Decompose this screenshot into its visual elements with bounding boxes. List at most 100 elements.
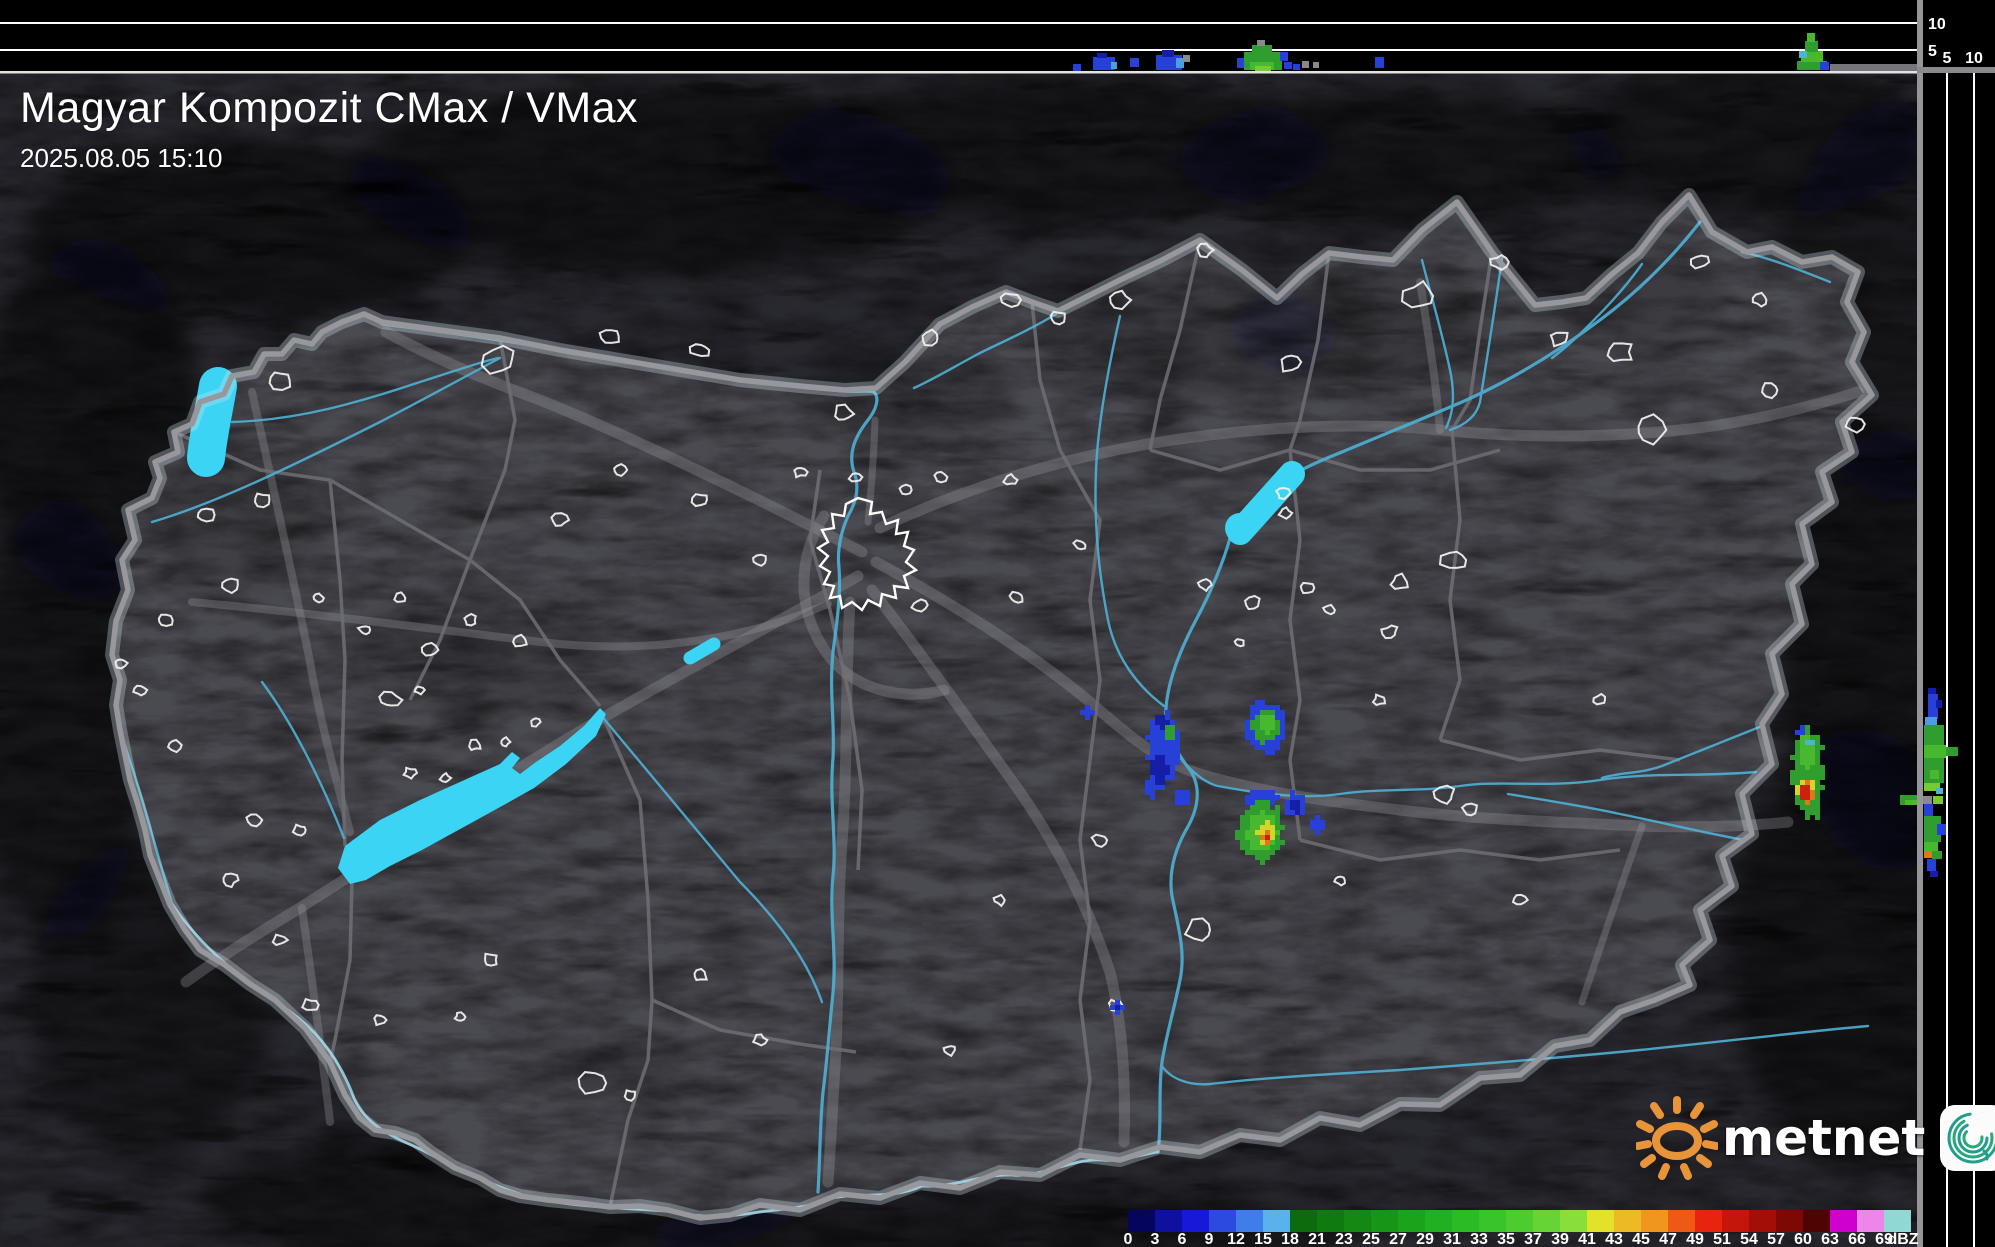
scale-block-47 xyxy=(1668,1210,1695,1232)
radar-echo-pixel xyxy=(1800,740,1805,745)
radar-echo-pixel xyxy=(1155,750,1160,755)
radar-echo-pixel xyxy=(1285,805,1290,810)
radar-echo-pixel xyxy=(1815,740,1820,745)
radar-echo-pixel xyxy=(1805,815,1810,820)
radar-echo-pixel xyxy=(1295,805,1300,810)
radar-echo-pixel xyxy=(1260,735,1265,740)
radar-echo-pixel xyxy=(1265,715,1270,720)
scale-label: 41 xyxy=(1578,1231,1596,1247)
radar-echo-pixel xyxy=(1170,720,1175,725)
radar-echo-pixel xyxy=(1375,57,1384,68)
radar-echo-pixel xyxy=(1800,775,1805,780)
radar-echo-pixel xyxy=(1270,740,1275,745)
radar-echo-pixel xyxy=(1155,740,1160,745)
radar-echo-pixel xyxy=(1155,755,1160,760)
radar-echo-pixel xyxy=(1265,735,1270,740)
radar-echo-pixel xyxy=(1165,755,1170,760)
radar-echo-pixel xyxy=(1160,730,1165,735)
scale-label: 3 xyxy=(1151,1231,1160,1247)
horizontal-divider xyxy=(1917,67,1995,73)
radar-echo-pixel xyxy=(1265,840,1270,845)
radar-echo-pixel xyxy=(1155,715,1160,720)
radar-echo-pixel xyxy=(1170,770,1175,775)
radar-echo-pixel xyxy=(1240,820,1245,825)
radar-echo-pixel xyxy=(1290,800,1295,805)
radar-echo-pixel xyxy=(1130,58,1139,67)
radar-echo-pixel xyxy=(1270,735,1275,740)
scale-block-39 xyxy=(1560,1210,1587,1232)
radar-echo-pixel xyxy=(1910,800,1915,805)
radar-echo-pixel xyxy=(1260,790,1265,795)
radar-echo-pixel xyxy=(1270,720,1275,725)
radar-echo-pixel xyxy=(1165,760,1170,765)
scale-label: 51 xyxy=(1713,1231,1731,1247)
radar-echo-pixel xyxy=(1820,775,1825,780)
top-profile-strip xyxy=(0,0,1918,74)
radar-echo-pixel xyxy=(1245,795,1250,800)
scale-block-9 xyxy=(1209,1210,1236,1232)
radar-echo-pixel xyxy=(1145,780,1150,785)
radar-echo-pixel xyxy=(1165,725,1170,730)
radar-echo-pixel xyxy=(1810,755,1815,760)
radar-echo-pixel xyxy=(1165,730,1170,735)
radar-echo-pixel xyxy=(1250,795,1255,800)
radar-echo-pixel xyxy=(1245,725,1250,730)
radar-echo-pixel xyxy=(1810,770,1815,775)
radar-echo-pixel xyxy=(1265,730,1270,735)
radar-echo-pixel xyxy=(1795,795,1800,800)
vertical-divider xyxy=(1917,0,1923,1247)
radar-echo-pixel xyxy=(1275,830,1280,835)
radar-echo-pixel xyxy=(1280,840,1285,845)
radar-echo-pixel xyxy=(1810,760,1815,765)
radar-echo-pixel xyxy=(1260,850,1265,855)
radar-echo-pixel xyxy=(1160,775,1165,780)
radar-echo-pixel xyxy=(1315,825,1320,830)
radar-echo-pixel xyxy=(1820,745,1825,750)
radar-echo-pixel xyxy=(1820,62,1829,70)
scale-block-31 xyxy=(1452,1210,1479,1232)
radar-echo-pixel xyxy=(1932,851,1942,859)
radar-echo-pixel xyxy=(1270,725,1275,730)
radar-echo-pixel xyxy=(1185,795,1190,800)
radar-echo-pixel xyxy=(1270,715,1275,720)
top-gridline-5km xyxy=(0,49,1918,51)
radar-echo-pixel xyxy=(1805,725,1810,730)
radar-echo-pixel xyxy=(1900,800,1905,805)
radar-echo-pixel xyxy=(1250,800,1255,805)
right-axis-label-10: 10 xyxy=(1965,50,1983,67)
radar-echo-pixel xyxy=(1805,800,1810,805)
radar-echo-pixel xyxy=(1300,810,1305,815)
radar-echo-pixel xyxy=(1900,795,1905,800)
radar-echo-pixel xyxy=(1270,835,1275,840)
radar-echo-pixel xyxy=(1795,730,1800,735)
scale-label: 12 xyxy=(1227,1231,1245,1247)
radar-echo-pixel xyxy=(1250,710,1255,715)
radar-echo-pixel xyxy=(1260,720,1265,725)
scale-label: 47 xyxy=(1659,1231,1677,1247)
radar-echo-pixel xyxy=(1170,775,1175,780)
radar-echo-pixel xyxy=(1270,820,1275,825)
radar-echo-pixel xyxy=(1170,750,1175,755)
scale-block-15 xyxy=(1263,1210,1290,1232)
radar-echo-pixel xyxy=(1270,825,1275,830)
radar-echo-pixel xyxy=(1255,715,1260,720)
radar-echo-pixel xyxy=(1170,740,1175,745)
radar-echo-pixel xyxy=(1270,815,1275,820)
radar-echo-pixel xyxy=(1815,810,1820,815)
radar-echo-pixel xyxy=(1255,800,1260,805)
radar-echo-pixel xyxy=(1250,850,1255,855)
radar-echo-pixel xyxy=(1175,750,1180,755)
radar-echo-pixel xyxy=(1285,810,1290,815)
lake-tisza-bay xyxy=(1225,513,1255,543)
radar-echo-pixel xyxy=(1265,720,1270,725)
radar-echo-pixel xyxy=(1165,770,1170,775)
radar-echo-pixel xyxy=(1280,735,1285,740)
radar-echo-pixel xyxy=(1260,745,1265,750)
radar-scene: 10 5 5 10 0 3 6 9 12 15 18 21 23 25 27 29 31 33 35 37 39… xyxy=(0,0,1995,1247)
radar-echo-pixel xyxy=(1250,715,1255,720)
scale-block-29 xyxy=(1425,1210,1452,1232)
radar-echo-pixel xyxy=(1275,845,1280,850)
radar-echo-pixel xyxy=(1815,800,1820,805)
radar-echo-pixel xyxy=(1260,855,1265,860)
radar-echo-pixel xyxy=(1160,715,1165,720)
